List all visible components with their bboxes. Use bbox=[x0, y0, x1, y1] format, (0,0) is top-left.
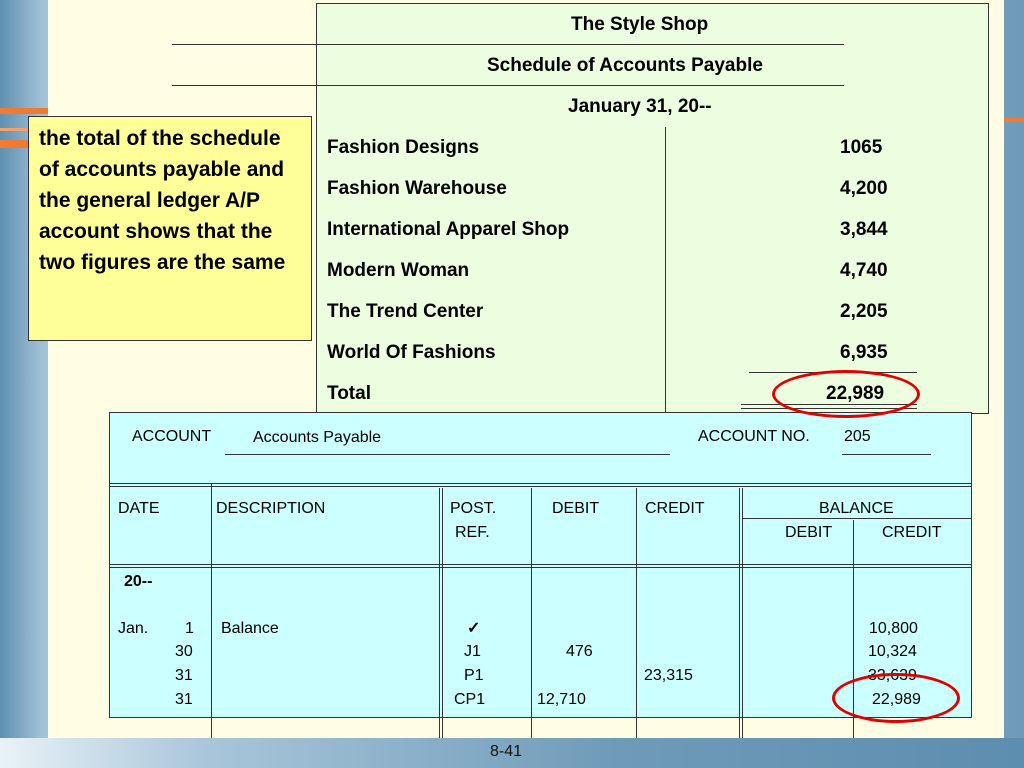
vendor-amount: 6,935 bbox=[840, 342, 888, 363]
ledger-column-line bbox=[439, 488, 440, 741]
highlight-circle bbox=[832, 673, 960, 723]
check-icon: ✓ bbox=[467, 620, 481, 637]
row-ref: J1 bbox=[464, 643, 481, 660]
vendor-amount: 2,205 bbox=[840, 301, 888, 322]
vendor-amount: 3,844 bbox=[840, 219, 888, 240]
vendor-amount: 1065 bbox=[840, 137, 883, 158]
vendor-amount: 4,740 bbox=[840, 260, 888, 281]
header-balance: BALANCE bbox=[819, 500, 894, 517]
account-number-label: ACCOUNT NO. bbox=[698, 428, 810, 445]
header-description: DESCRIPTION bbox=[216, 500, 326, 517]
balance-header-rule bbox=[743, 518, 971, 519]
vendor-name: Fashion Warehouse bbox=[327, 178, 507, 199]
row-description: Balance bbox=[221, 620, 279, 637]
account-label: ACCOUNT bbox=[132, 428, 212, 445]
row-month: Jan. bbox=[118, 620, 149, 637]
ledger-column-line bbox=[739, 488, 740, 741]
highlight-circle bbox=[772, 370, 920, 418]
row-day: 31 bbox=[175, 691, 193, 708]
header-date: DATE bbox=[118, 500, 160, 517]
total-label: Total bbox=[327, 383, 371, 404]
vendor-name: Fashion Designs bbox=[327, 137, 480, 158]
row-ref: CP1 bbox=[454, 691, 486, 708]
header-debit: DEBIT bbox=[552, 500, 600, 517]
footer-bar: 8-41 bbox=[0, 738, 1024, 768]
title-rule bbox=[172, 85, 844, 86]
row-day: 1 bbox=[185, 620, 194, 637]
row-day: 30 bbox=[175, 643, 193, 660]
header-balance-credit: CREDIT bbox=[882, 524, 942, 541]
row-ref: P1 bbox=[464, 667, 484, 684]
header-credit: CREDIT bbox=[645, 500, 705, 517]
header-top-rule bbox=[110, 483, 971, 487]
header-balance-debit: DEBIT bbox=[785, 524, 833, 541]
ledger-column-line bbox=[211, 483, 212, 741]
general-ledger-account: ACCOUNT Accounts Payable ACCOUNT NO. 205… bbox=[109, 412, 972, 718]
header-ref: REF. bbox=[455, 524, 490, 541]
ledger-column-line bbox=[636, 488, 637, 741]
ledger-column-line bbox=[531, 488, 532, 741]
row-balance-credit: 10,800 bbox=[869, 620, 918, 637]
company-name: The Style Shop bbox=[571, 14, 709, 35]
explanation-note: the total of the schedule of accounts pa… bbox=[28, 116, 312, 341]
account-name: Accounts Payable bbox=[253, 429, 382, 446]
account-number-rule bbox=[842, 454, 931, 455]
row-credit: 23,315 bbox=[644, 667, 693, 684]
schedule-column-divider bbox=[665, 127, 666, 413]
row-debit: 12,710 bbox=[537, 691, 586, 708]
vendor-name: The Trend Center bbox=[327, 301, 484, 322]
vendor-name: International Apparel Shop bbox=[327, 219, 570, 240]
schedule-of-accounts-payable: The Style Shop Schedule of Accounts Paya… bbox=[316, 3, 989, 414]
ledger-column-line bbox=[442, 488, 443, 741]
title-rule bbox=[172, 44, 844, 45]
vendor-name: Modern Woman bbox=[327, 260, 470, 281]
account-name-rule bbox=[225, 454, 670, 455]
vendor-name: World Of Fashions bbox=[327, 342, 496, 363]
row-debit: 476 bbox=[566, 643, 593, 660]
account-number: 205 bbox=[844, 428, 871, 445]
schedule-date: January 31, 20-- bbox=[568, 96, 712, 117]
row-balance-credit: 10,324 bbox=[868, 643, 917, 660]
row-day: 31 bbox=[175, 667, 193, 684]
year-label: 20-- bbox=[124, 573, 153, 590]
vendor-amount: 4,200 bbox=[840, 178, 888, 199]
header-post: POST. bbox=[450, 500, 497, 517]
slide-number: 8-41 bbox=[490, 743, 523, 760]
ledger-column-line bbox=[742, 488, 743, 741]
header-bottom-rule bbox=[110, 564, 971, 568]
schedule-title: Schedule of Accounts Payable bbox=[487, 55, 763, 76]
